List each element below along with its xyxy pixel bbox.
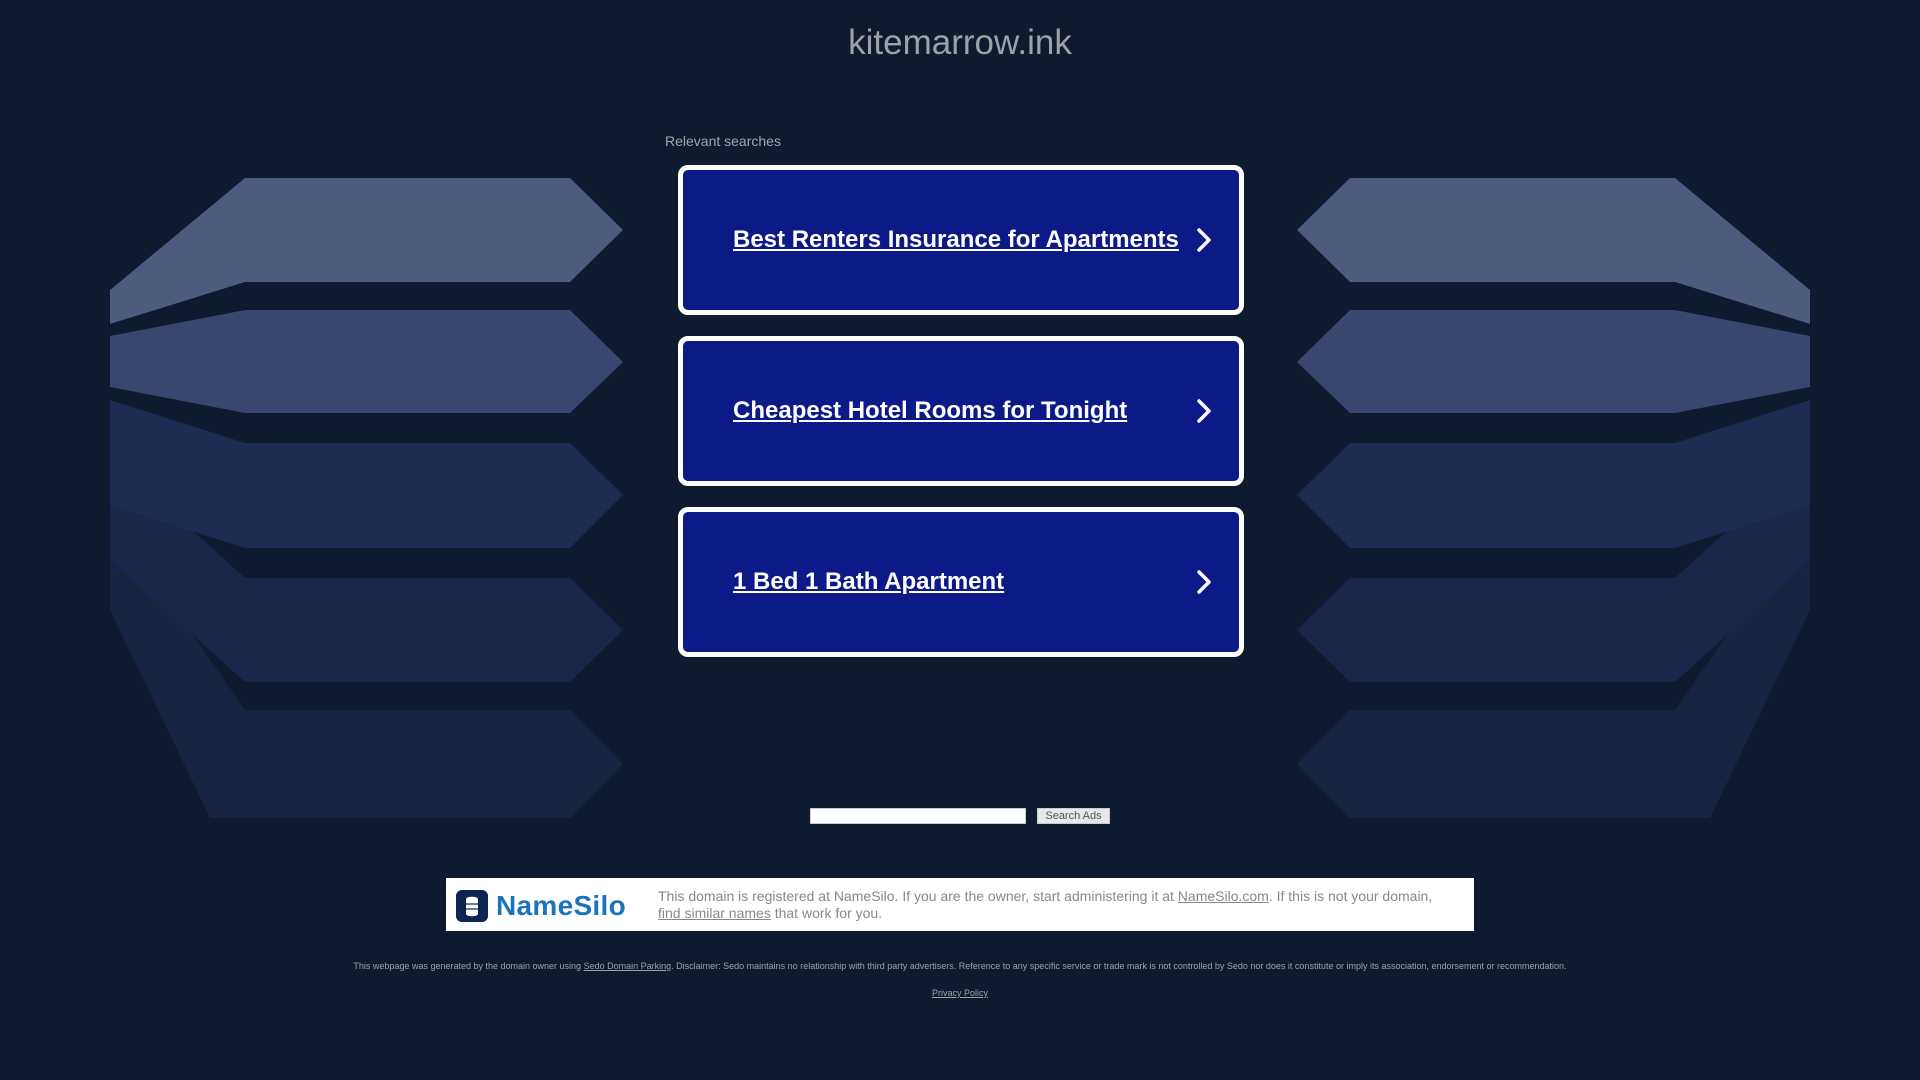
find-similar-names-link[interactable]: find similar names bbox=[658, 905, 771, 921]
namesilo-logo[interactable]: NameSilo bbox=[456, 890, 626, 922]
left-band-3 bbox=[110, 400, 623, 548]
registrar-text-2: . If this is not your domain, bbox=[1268, 888, 1433, 904]
chevron-right-icon bbox=[1197, 399, 1211, 423]
search-input[interactable] bbox=[810, 808, 1026, 824]
right-band-1 bbox=[1297, 178, 1810, 324]
ad-link-hotel-rooms[interactable]: Cheapest Hotel Rooms for Tonight bbox=[678, 336, 1244, 486]
namesilo-logo-icon bbox=[456, 890, 488, 922]
sedo-domain-parking-link[interactable]: Sedo Domain Parking bbox=[584, 961, 672, 971]
registrar-text-1: This domain is registered at NameSilo. I… bbox=[658, 888, 1178, 904]
chevron-right-icon bbox=[1197, 228, 1211, 252]
namesilo-logo-text: NameSilo bbox=[496, 890, 626, 921]
left-band-2 bbox=[110, 310, 623, 413]
ad-link-renters-insurance[interactable]: Best Renters Insurance for Apartments bbox=[678, 165, 1244, 315]
registrar-banner: NameSilo This domain is registered at Na… bbox=[446, 878, 1474, 931]
search-ads-form: Search Ads bbox=[0, 808, 1920, 826]
namesilo-link[interactable]: NameSilo.com bbox=[1178, 888, 1269, 904]
disclaimer: This webpage was generated by the domain… bbox=[0, 961, 1920, 971]
privacy-footer: Privacy Policy bbox=[0, 988, 1920, 998]
chevron-right-icon bbox=[1197, 570, 1211, 594]
right-band-3 bbox=[1297, 400, 1810, 548]
right-bands bbox=[1297, 178, 1810, 818]
registrar-message: This domain is registered at NameSilo. I… bbox=[658, 888, 1458, 922]
left-band-1 bbox=[110, 178, 623, 324]
parking-page: kitemarrow.ink Relevant searches Best Re… bbox=[0, 0, 1920, 1080]
left-bands bbox=[110, 178, 623, 818]
disclaimer-text-1: This webpage was generated by the domain… bbox=[353, 961, 584, 971]
relevant-searches-label: Relevant searches bbox=[665, 133, 781, 149]
registrar-text-3: that work for you. bbox=[770, 905, 883, 921]
ad-link-label[interactable]: 1 Bed 1 Bath Apartment bbox=[733, 512, 1004, 652]
right-band-2 bbox=[1297, 310, 1810, 413]
search-ads-button[interactable]: Search Ads bbox=[1037, 808, 1110, 824]
disclaimer-text-2: . Disclaimer: Sedo maintains no relation… bbox=[671, 961, 1567, 971]
ad-link-apartment[interactable]: 1 Bed 1 Bath Apartment bbox=[678, 507, 1244, 657]
domain-title: kitemarrow.ink bbox=[848, 23, 1072, 62]
ad-link-label[interactable]: Best Renters Insurance for Apartments bbox=[733, 170, 1179, 310]
privacy-policy-link[interactable]: Privacy Policy bbox=[932, 988, 988, 998]
ad-link-label[interactable]: Cheapest Hotel Rooms for Tonight bbox=[733, 341, 1127, 481]
